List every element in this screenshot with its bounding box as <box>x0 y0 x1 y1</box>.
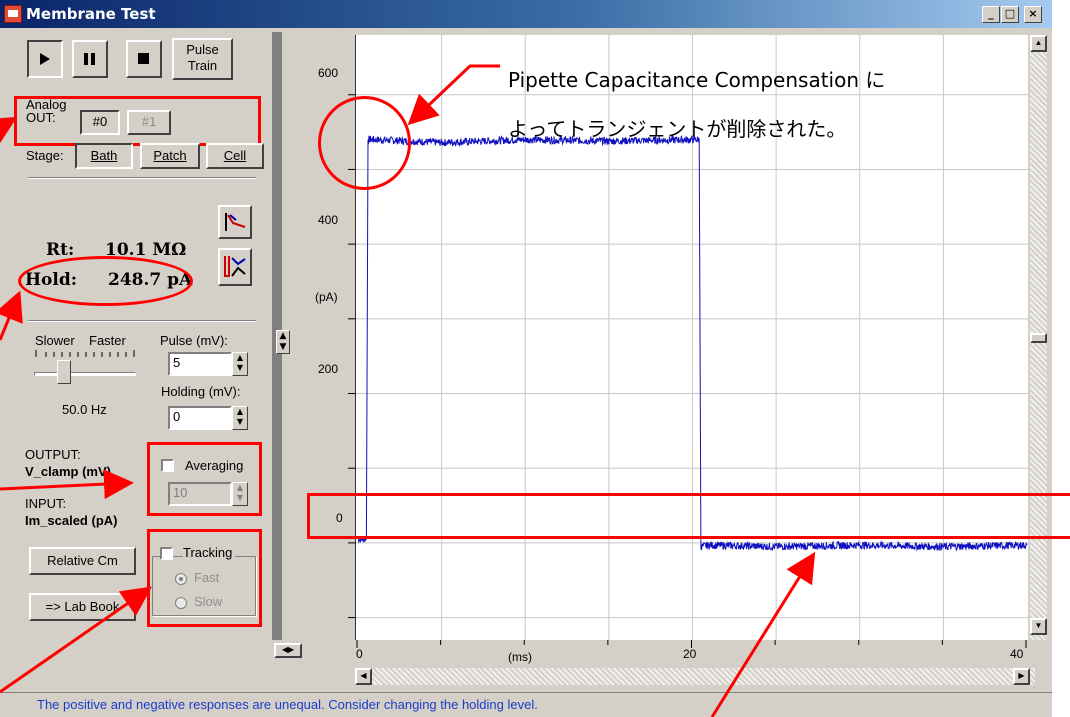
arrow-analog-out <box>0 116 18 146</box>
arrow-averaging <box>0 469 134 500</box>
arrow-baseline <box>710 551 816 717</box>
arrow-transient <box>407 64 500 126</box>
arrow-hold <box>0 290 23 341</box>
arrow-tracking <box>0 586 152 694</box>
annotation-arrows <box>0 64 816 717</box>
